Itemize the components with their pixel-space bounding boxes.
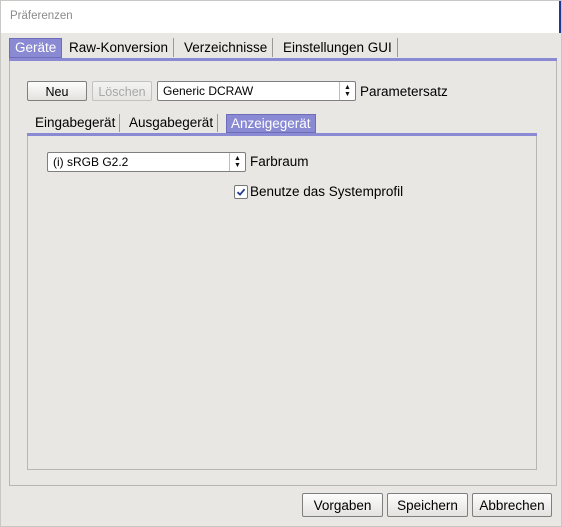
defaults-button[interactable]: Vorgaben [302, 493, 383, 517]
checkmark-icon [236, 188, 246, 196]
delete-button[interactable]: Löschen [92, 81, 152, 101]
new-button[interactable]: Neu [27, 81, 87, 101]
select-arrows-icon: ▲ ▼ [339, 82, 355, 100]
colorspace-select[interactable]: (i) sRGB G2.2 ▲ ▼ [47, 152, 246, 172]
system-profile-checkbox[interactable] [234, 185, 248, 199]
tab-directories[interactable]: Verzeichnisse [179, 38, 274, 57]
tab-devices[interactable]: Geräte [9, 38, 63, 58]
cancel-button[interactable]: Abbrechen [472, 493, 552, 517]
subtab-display-device[interactable]: Anzeigegerät [226, 114, 316, 133]
system-profile-label: Benutze das Systemprofil [250, 184, 404, 199]
title-bar[interactable]: Präferenzen [1, 1, 561, 33]
tab-raw-conversion[interactable]: Raw-Konversion [64, 38, 175, 57]
select-arrows-icon: ▲ ▼ [229, 153, 245, 171]
paramset-value: Generic DCRAW [163, 84, 254, 98]
save-button[interactable]: Speichern [387, 493, 468, 517]
title-bar-accent [559, 1, 561, 33]
colorspace-label: Farbraum [250, 154, 309, 169]
subtab-input-device[interactable]: Eingabegerät [31, 114, 121, 132]
window-title: Präferenzen [10, 10, 73, 22]
subtab-output-device[interactable]: Ausgabegerät [125, 114, 219, 132]
tab-gui-settings[interactable]: Einstellungen GUI [278, 38, 398, 57]
preferences-window: Präferenzen Geräte Raw-Konversion Verzei… [0, 0, 562, 527]
paramset-select[interactable]: Generic DCRAW ▲ ▼ [157, 81, 356, 101]
paramset-label: Parametersatz [360, 84, 448, 99]
colorspace-value: (i) sRGB G2.2 [53, 155, 129, 169]
